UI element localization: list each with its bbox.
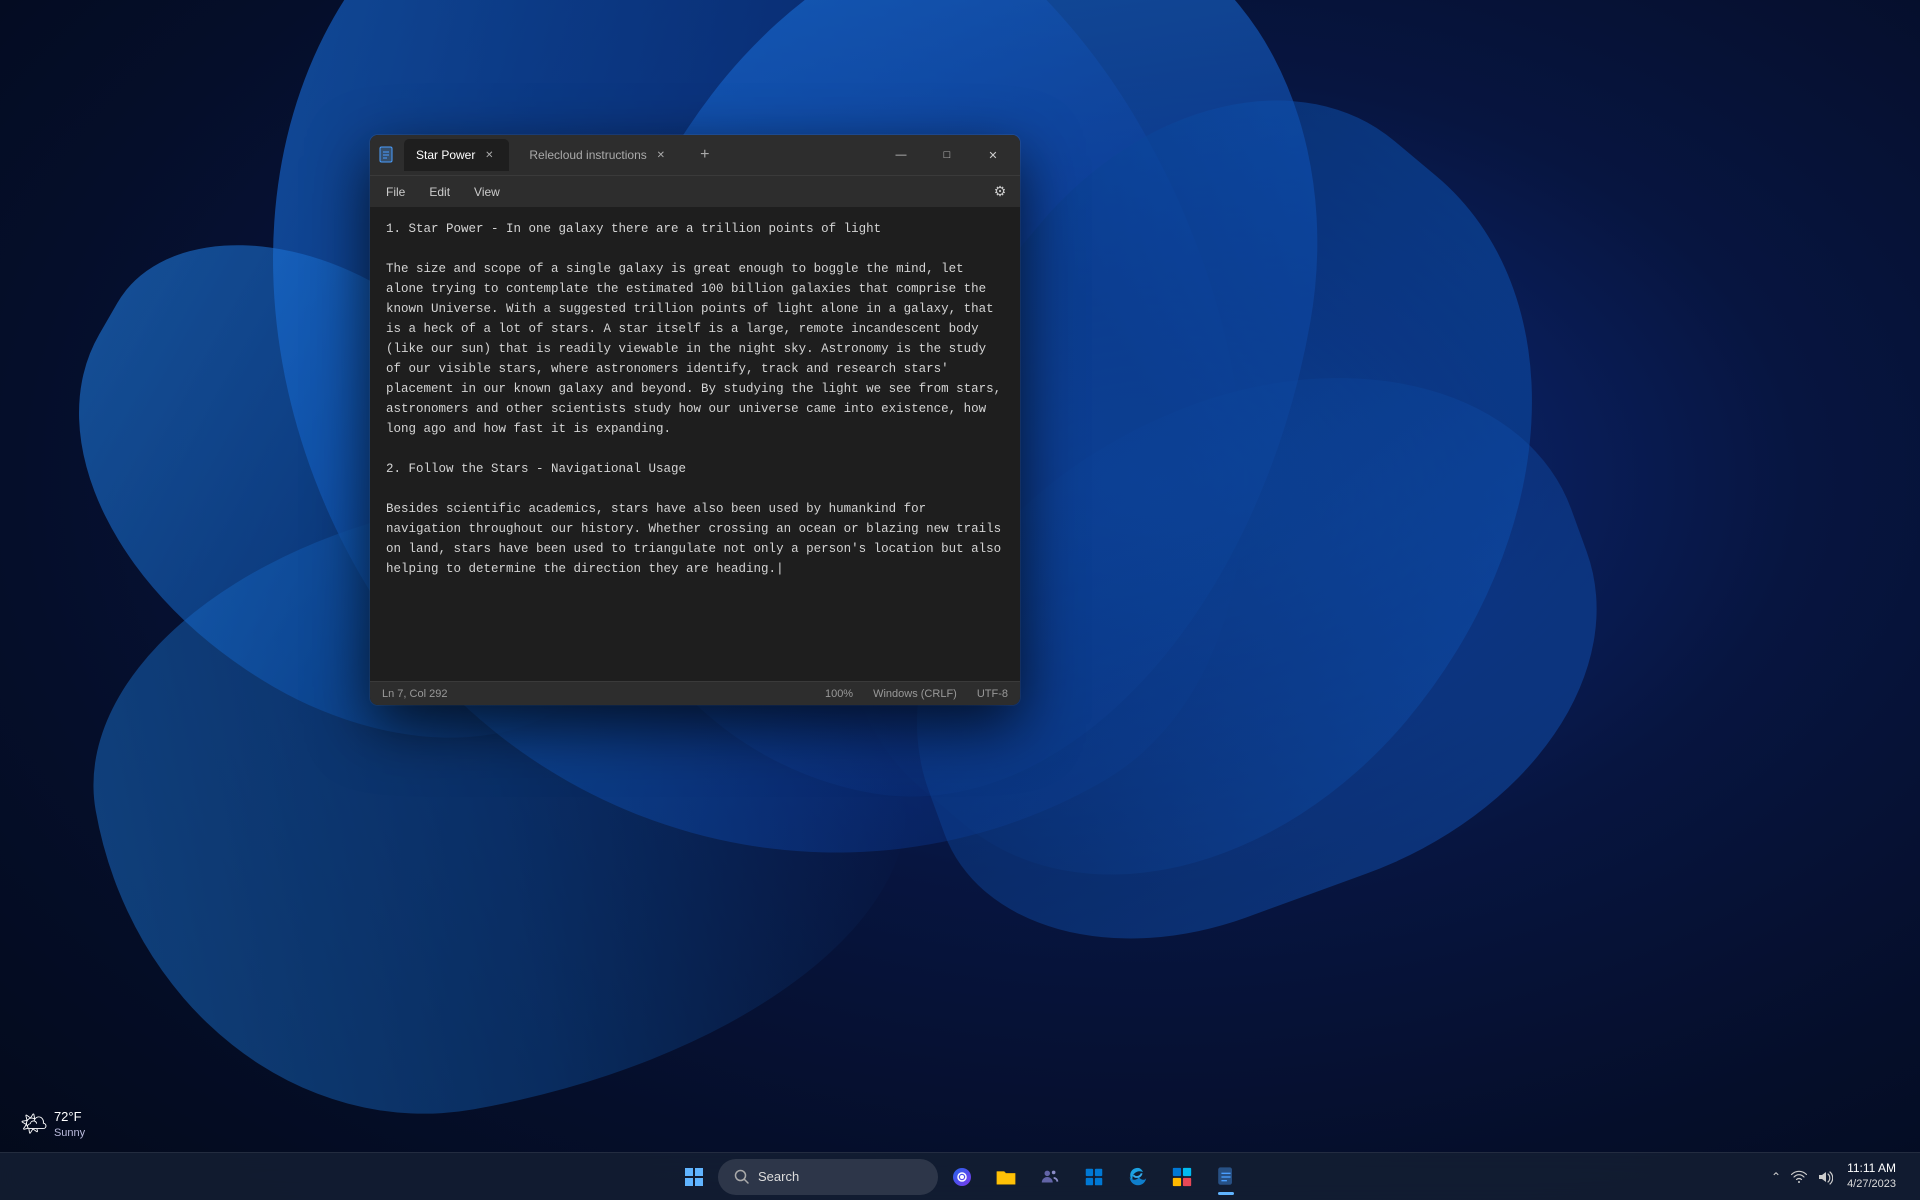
- weather-widget[interactable]: 🌤 72°F Sunny: [20, 1109, 85, 1140]
- copilot-icon: [953, 1168, 971, 1186]
- volume-icon[interactable]: [1815, 1167, 1835, 1187]
- tab-close-button[interactable]: ✕: [481, 147, 497, 163]
- menubar: File Edit View ⚙: [370, 175, 1020, 207]
- menu-edit[interactable]: Edit: [417, 181, 462, 203]
- content-heading1: 1. Star Power - In one galaxy there are …: [386, 222, 881, 236]
- active-tab[interactable]: Star Power ✕: [404, 139, 509, 171]
- wifi-icon[interactable]: [1789, 1167, 1809, 1187]
- clock-time: 11:11 AM: [1847, 1160, 1896, 1177]
- system-tray: ⌃ 11:11 AM: [1767, 1158, 1904, 1194]
- zoom-level: 100%: [825, 688, 853, 700]
- encoding: UTF-8: [977, 688, 1008, 700]
- explorer2-icon: [1083, 1166, 1105, 1188]
- tab-container: Star Power ✕: [404, 139, 509, 171]
- weather-condition: Sunny: [54, 1126, 85, 1140]
- edge-icon: [1127, 1166, 1149, 1188]
- windows-logo-icon: [685, 1168, 703, 1186]
- system-clock[interactable]: 11:11 AM 4/27/2023: [1839, 1158, 1904, 1194]
- search-box[interactable]: Search: [718, 1159, 938, 1195]
- statusbar: Ln 7, Col 292 100% Windows (CRLF) UTF-8: [370, 681, 1020, 705]
- tray-icons: [1789, 1167, 1835, 1187]
- teams-icon: [1039, 1166, 1061, 1188]
- teams-button[interactable]: [1030, 1157, 1070, 1197]
- content-body2: Besides scientific academics, stars have…: [386, 502, 1009, 576]
- notepad-taskbar-icon: [1215, 1166, 1237, 1188]
- maximize-button[interactable]: □: [924, 140, 970, 170]
- menu-view[interactable]: View: [462, 181, 512, 203]
- copilot-button[interactable]: [942, 1157, 982, 1197]
- explorer2-button[interactable]: [1074, 1157, 1114, 1197]
- notepad-window: Star Power ✕ Relecloud instructions ✕ + …: [370, 135, 1020, 705]
- cursor-position: Ln 7, Col 292: [382, 688, 447, 700]
- taskbar-center: Search: [674, 1157, 1246, 1197]
- file-explorer-button[interactable]: [986, 1157, 1026, 1197]
- search-label: Search: [758, 1169, 799, 1184]
- titlebar-left: Star Power ✕ Relecloud instructions ✕ +: [378, 139, 878, 171]
- menubar-right: ⚙: [984, 178, 1016, 206]
- menu-file[interactable]: File: [374, 181, 417, 203]
- file-explorer-icon: [995, 1166, 1017, 1188]
- content-heading2: 2. Follow the Stars - Navigational Usage: [386, 462, 686, 476]
- tab-relecloud[interactable]: Relecloud instructions ✕: [517, 139, 680, 171]
- store-button[interactable]: [1162, 1157, 1202, 1197]
- weather-icon: 🌤: [20, 1111, 48, 1137]
- new-tab-button[interactable]: +: [691, 141, 719, 169]
- minimize-button[interactable]: —: [878, 140, 924, 170]
- taskbar: Search: [0, 1152, 1920, 1200]
- titlebar: Star Power ✕ Relecloud instructions ✕ + …: [370, 135, 1020, 175]
- close-button[interactable]: ✕: [970, 140, 1016, 170]
- tab-label: Star Power: [416, 148, 475, 162]
- clock-date: 4/27/2023: [1847, 1177, 1896, 1192]
- tray-overflow-button[interactable]: ⌃: [1767, 1168, 1785, 1186]
- tab-relecloud-label: Relecloud instructions: [529, 148, 646, 162]
- notepad-app-icon: [378, 146, 396, 164]
- settings-button[interactable]: ⚙: [984, 178, 1016, 206]
- edge-button[interactable]: [1118, 1157, 1158, 1197]
- statusbar-right: 100% Windows (CRLF) UTF-8: [825, 688, 1008, 700]
- line-ending: Windows (CRLF): [873, 688, 957, 700]
- start-button[interactable]: [674, 1157, 714, 1197]
- tab-relecloud-close[interactable]: ✕: [653, 147, 669, 163]
- notepad-taskbar-button[interactable]: [1206, 1157, 1246, 1197]
- content-body1: The size and scope of a single galaxy is…: [386, 262, 1009, 436]
- weather-info: 72°F Sunny: [54, 1109, 85, 1140]
- titlebar-controls: — □ ✕: [878, 140, 1016, 170]
- search-icon: [734, 1169, 750, 1185]
- store-icon: [1171, 1166, 1193, 1188]
- weather-temperature: 72°F: [54, 1109, 85, 1126]
- editor-area[interactable]: 1. Star Power - In one galaxy there are …: [370, 207, 1020, 681]
